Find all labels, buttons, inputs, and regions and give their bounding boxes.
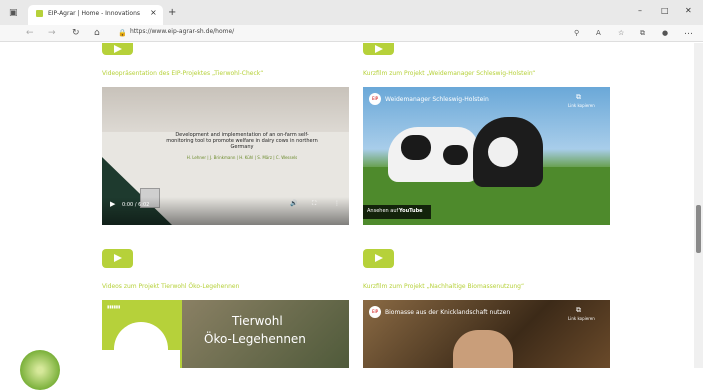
tab-actions-icon[interactable]: ▣ <box>9 8 18 18</box>
overlay-line-1: Tierwohl <box>232 314 283 328</box>
video-heading-4[interactable]: Kurzfilm zum Projekt „Nachhaltige Biomas… <box>363 283 524 290</box>
minimize-button[interactable]: – <box>638 6 642 15</box>
overlay-line-2: Öko-Legehennen <box>204 332 306 346</box>
barn-roof <box>102 87 349 132</box>
copy-link-label-4[interactable]: Link kopieren <box>568 316 595 321</box>
menu-icon[interactable]: … <box>684 27 693 37</box>
youtube-logo: YouTube <box>399 208 423 214</box>
video-heading-2[interactable]: Kurzfilm zum Projekt „Weidemanager Schle… <box>363 70 535 77</box>
play-button-top-left[interactable] <box>102 43 133 55</box>
logo-icon <box>20 350 60 390</box>
video-player-4[interactable]: EIP Biomasse aus der Knicklandschaft nut… <box>363 300 610 368</box>
profile-icon[interactable]: ● <box>662 28 668 38</box>
play-button-4[interactable] <box>363 249 394 268</box>
video-time: 0:00 / 6:02 <box>122 202 150 208</box>
slide-authors: H. Lehner | J. Brinkmann | H. Kühl | S. … <box>186 155 298 160</box>
channel-avatar-4[interactable]: EIP <box>369 306 381 318</box>
channel-avatar[interactable]: EIP <box>369 93 381 105</box>
video-heading-3[interactable]: Videos zum Projekt Tierwohl Öko-Legehenn… <box>102 283 239 290</box>
tab-title: EIP-Agrar | Home - Innovations <box>48 10 141 17</box>
new-tab-button[interactable]: + <box>168 7 176 18</box>
favorites-icon[interactable]: ☆ <box>618 28 624 38</box>
zoom-icon[interactable]: ⚲ <box>574 28 579 38</box>
watch-on-label: Ansehen auf <box>367 208 399 214</box>
reload-icon[interactable]: ↻ <box>72 28 80 38</box>
hands-image <box>453 330 513 368</box>
read-aloud-icon[interactable]: A <box>596 28 601 38</box>
play-icon[interactable]: ▶ <box>110 200 115 208</box>
collections-icon[interactable]: ⧉ <box>640 28 645 38</box>
maximize-button[interactable]: □ <box>661 6 669 15</box>
play-button-3[interactable] <box>102 249 133 268</box>
scrollbar-thumb[interactable] <box>696 205 701 253</box>
favicon-icon <box>36 10 43 17</box>
home-icon[interactable]: ⌂ <box>94 28 100 38</box>
play-button-top-right[interactable] <box>363 43 394 55</box>
cow-spot-3 <box>488 137 518 167</box>
video-title-4[interactable]: Biomasse aus der Knicklandschaft nutzen <box>385 309 510 316</box>
video-title-2[interactable]: Weidemanager Schleswig-Holstein <box>385 96 489 103</box>
tab-close-icon[interactable]: × <box>150 8 157 17</box>
video-player-2[interactable]: EIP Weidemanager Schleswig-Holstein ⧉ Li… <box>363 87 610 225</box>
video-heading-1[interactable]: Videopräsentation des EIP-Projektes „Tie… <box>102 70 263 77</box>
cow-spot-1 <box>401 135 431 160</box>
lock-icon: 🔒 <box>118 29 127 37</box>
copy-link-icon-4[interactable]: ⧉ <box>576 306 581 315</box>
video-player-1[interactable]: Development and implementation of an on-… <box>102 87 349 225</box>
more-options-icon[interactable]: ⋮ <box>334 200 340 207</box>
slide-title: Development and implementation of an on-… <box>166 132 318 150</box>
url-bar[interactable]: https://www.eip-agrar-sh.de/home/ <box>130 28 234 35</box>
logo-wordmark <box>68 357 148 368</box>
fullscreen-icon[interactable]: ⛶ <box>312 200 316 208</box>
copy-link-label[interactable]: Link kopieren <box>568 103 595 108</box>
copy-link-icon[interactable]: ⧉ <box>576 93 581 102</box>
tab-bar: ▣ EIP-Agrar | Home - Innovations × + – □… <box>0 0 703 25</box>
browser-tab[interactable]: EIP-Agrar | Home - Innovations × <box>28 5 163 25</box>
cow-spot-2 <box>443 145 468 165</box>
close-window-button[interactable]: ✕ <box>685 6 692 15</box>
address-toolbar: ← → ↻ ⌂ 🔒 https://www.eip-agrar-sh.de/ho… <box>0 25 703 42</box>
volume-icon[interactable]: 🔊 <box>290 200 297 207</box>
back-icon[interactable]: ← <box>26 28 34 38</box>
badge-caption: ▮▮▮▮▮▮ <box>107 304 121 309</box>
forward-icon[interactable]: → <box>48 28 56 38</box>
